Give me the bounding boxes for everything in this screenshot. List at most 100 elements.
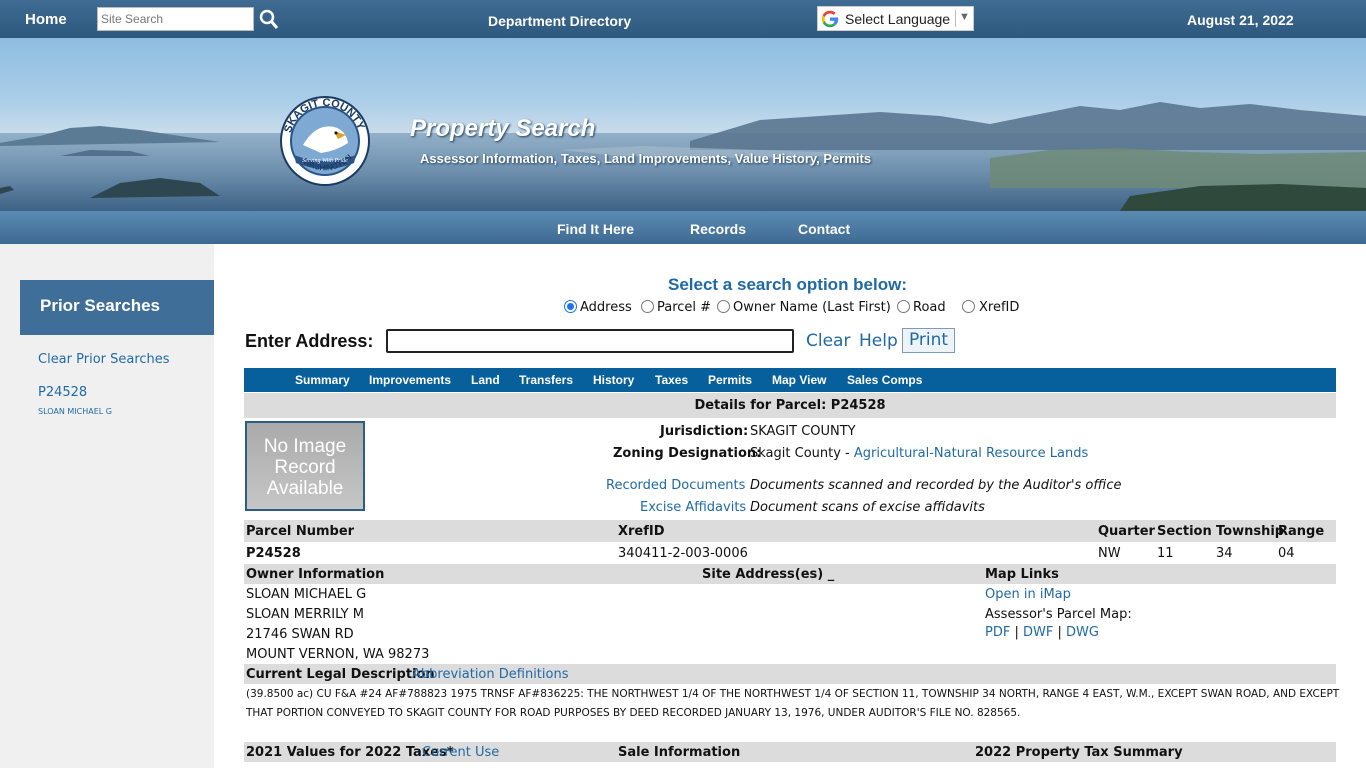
tab-transfers[interactable]: Transfers [519,373,573,387]
nav-find-it-here[interactable]: Find It Here [557,221,634,237]
zoning-link[interactable]: Agricultural-Natural Resource Lands [854,446,1088,461]
page-title: Property Search [410,115,596,142]
col-section: Section [1157,524,1212,539]
language-select[interactable]: Select Language ▼ [817,6,974,31]
clear-prior-searches-link[interactable]: Clear Prior Searches [38,352,170,367]
nav-contact[interactable]: Contact [798,221,850,237]
values-header-row: 2021 Values for 2022 Taxes* Current Use … [244,742,1336,762]
radio-owner-name[interactable] [717,300,730,313]
open-in-imap-link[interactable]: Open in iMap [985,587,1071,602]
no-image-line: No Image [263,436,347,457]
xrefid-value: 340411-2-003-0006 [618,546,748,561]
recent-search-owner-link[interactable]: SLOAN MICHAEL G [38,407,112,416]
department-directory-link[interactable]: Department Directory [488,13,631,29]
county-seal-logo: SKAGIT COUNTY WASHINGTON Serving With Pr… [276,95,374,187]
separator: | [1057,625,1062,640]
dwf-link[interactable]: DWF [1023,625,1053,640]
details-header: Details for Parcel: P24528 [244,393,1336,418]
separator: | [1014,625,1019,640]
top-bar: Home Department Directory Select Languag… [0,0,1366,38]
excise-affidavits-link[interactable]: Excise Affidavits [640,500,746,515]
section-value: 11 [1157,546,1174,561]
owner-header-row: Owner Information Site Address(es) _ Map… [244,564,1336,584]
abbreviation-definitions-link[interactable]: Abbreviation Definitions [412,667,568,682]
home-link[interactable]: Home [25,11,67,28]
help-button[interactable]: Help [859,331,898,351]
recorded-documents-link[interactable]: Recorded Documents [606,478,745,493]
pdf-link[interactable]: PDF [985,625,1010,640]
radio-parcel-label: Parcel # [657,300,712,315]
owner-line: SLOAN MERRILY M [246,607,364,622]
parcel-map-label: Assessor's Parcel Map: [985,607,1132,622]
site-address-heading: Site Address(es) _ [702,567,835,582]
search-icon[interactable] [259,9,279,31]
owner-line: 21746 SWAN RD [246,627,354,642]
radio-owner-name-label: Owner Name (Last First) [733,300,891,315]
header-banner: SKAGIT COUNTY WASHINGTON Serving With Pr… [0,38,1366,211]
sale-information-heading: Sale Information [618,745,741,760]
tab-summary[interactable]: Summary [295,373,350,387]
current-use-link[interactable]: Current Use [422,745,499,760]
divider [955,10,956,27]
tab-map-view[interactable]: Map View [772,373,826,387]
no-image-line: Available [266,478,344,499]
main-content: Select a search option below: Address Pa… [214,244,1366,768]
owner-line: SLOAN MICHAEL G [246,587,367,602]
tab-improvements[interactable]: Improvements [369,373,451,387]
col-quarter: Quarter [1098,524,1155,539]
radio-road[interactable] [897,300,910,313]
owner-information-heading: Owner Information [246,567,385,582]
dwg-link[interactable]: DWG [1066,625,1099,640]
radio-address[interactable] [564,300,577,313]
jurisdiction-label: Jurisdiction: [660,424,749,439]
main-nav: Find It Here Records Contact [0,211,1366,244]
radio-address-label: Address [580,300,632,315]
range-value: 04 [1278,546,1295,561]
excise-affidavits-desc: Document scans of excise affidavits [750,500,985,515]
site-search-input[interactable] [97,7,254,31]
col-range: Range [1278,524,1325,539]
radio-xrefid-label: XrefID [979,300,1020,315]
recent-search-parcel-link[interactable]: P24528 [38,385,87,400]
map-links-heading: Map Links [985,567,1059,582]
township-value: 34 [1216,546,1233,561]
parcel-number-value: P24528 [246,546,301,561]
legal-description-heading: Current Legal Description [246,667,435,682]
prior-searches-heading: Prior Searches [20,280,214,335]
address-input[interactable] [386,329,794,353]
col-township: Township [1216,524,1285,539]
current-date: August 21, 2022 [1187,12,1294,28]
parcel-map-formats: PDF | DWF | DWG [985,625,1099,640]
google-g-icon [821,10,839,28]
tab-history[interactable]: History [593,373,634,387]
chevron-down-icon: ▼ [959,11,970,23]
zoning-label: Zoning Designation: [613,446,762,461]
seal-ribbon-text: Serving With Pride [302,158,348,164]
radio-xrefid[interactable] [962,300,975,313]
language-label: Select Language [845,11,951,27]
no-image-placeholder: No Image Record Available [245,421,365,511]
radio-parcel[interactable] [641,300,654,313]
landscape-image [0,102,1366,211]
clear-button[interactable]: Clear [806,331,850,351]
tab-land[interactable]: Land [471,373,500,387]
jurisdiction-value: SKAGIT COUNTY [750,424,856,439]
col-xrefid: XrefID [618,524,665,539]
sidebar: Prior Searches Clear Prior Searches P245… [0,244,214,768]
parcel-table-header: Parcel Number XrefID Quarter Section Tow… [244,520,1336,542]
enter-address-label: Enter Address: [245,331,374,351]
search-options-title: Select a search option below: [668,275,908,294]
owner-line: MOUNT VERNON, WA 98273 [246,647,430,662]
legal-description-line: THAT PORTION CONVEYED TO SKAGIT COUNTY F… [246,707,1021,719]
detail-tabs: Summary Improvements Land Transfers Hist… [244,368,1336,392]
print-button[interactable]: Print [902,328,955,353]
page-subtitle: Assessor Information, Taxes, Land Improv… [420,151,872,166]
nav-records[interactable]: Records [690,221,746,237]
tab-sales-comps[interactable]: Sales Comps [847,373,922,387]
quarter-value: NW [1098,546,1121,561]
no-image-line: Record [274,457,336,478]
radio-road-label: Road [913,300,946,315]
tab-permits[interactable]: Permits [708,373,752,387]
col-parcel-number: Parcel Number [246,524,355,539]
tab-taxes[interactable]: Taxes [655,373,688,387]
